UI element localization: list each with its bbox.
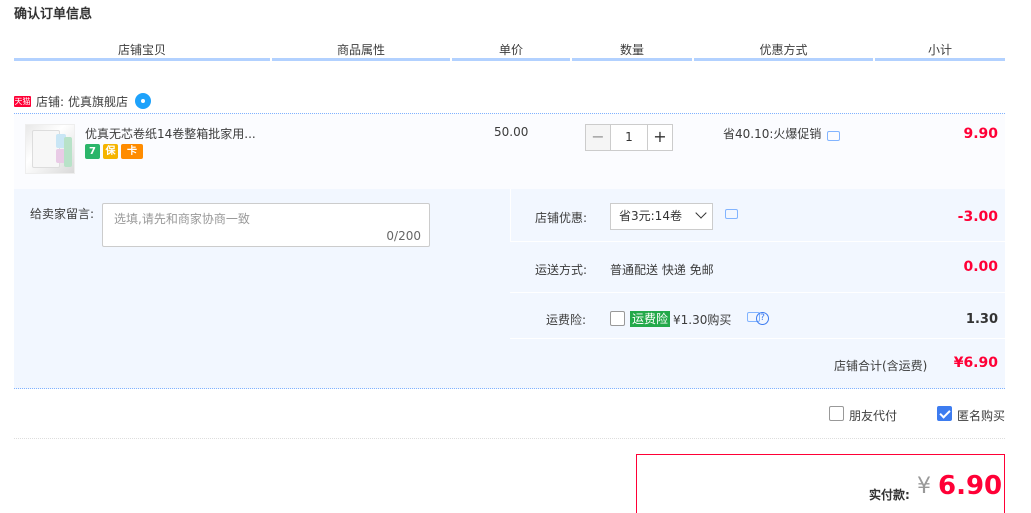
- column-header-price: 单价: [452, 41, 570, 61]
- insurance-price: ¥1.30购买: [673, 313, 732, 327]
- item-subtotal: 9.90: [963, 126, 998, 142]
- shipping-label: 运送方式:: [535, 263, 588, 277]
- shop-name-link[interactable]: 优真旗舰店: [68, 93, 128, 110]
- friend-pay-checkbox[interactable]: [829, 406, 844, 421]
- seven-day-return-icon[interactable]: 7: [85, 144, 100, 159]
- shop-row: 天猫 店铺: 优真旗舰店: [14, 90, 152, 112]
- promotion: 省40.10:火爆促销: [723, 125, 841, 142]
- product-title-link[interactable]: 优真无芯卷纸14卷整箱批家用...: [85, 125, 265, 142]
- shop-total-label: 店铺合计(含运费): [834, 359, 928, 373]
- friend-pay-label[interactable]: 朋友代付: [849, 407, 897, 424]
- anonymous-purchase-label[interactable]: 匿名购买: [957, 407, 1005, 424]
- discount-select[interactable]: 省3元:14卷: [610, 203, 713, 230]
- column-header-item: 店铺宝贝: [14, 41, 270, 61]
- pay-label: 实付款:: [869, 488, 910, 502]
- promotion-info-icon[interactable]: [827, 130, 841, 141]
- insurance-value: 1.30: [965, 312, 998, 327]
- pay-amount: 6.90: [938, 471, 1003, 501]
- discount-selected-value: 省3元:14卷: [619, 209, 682, 223]
- message-char-count: 0/200: [386, 229, 421, 243]
- chat-contact-icon[interactable]: [135, 93, 152, 109]
- column-header-discount: 优惠方式: [694, 41, 873, 61]
- quantity-input[interactable]: 1: [611, 124, 647, 151]
- promotion-text: 省40.10:火爆促销: [723, 127, 822, 141]
- quantity-increase-button[interactable]: +: [647, 124, 673, 151]
- quantity-stepper: − 1 +: [585, 124, 673, 151]
- shop-total-value: ¥6.90: [953, 355, 998, 371]
- insurance-checkbox[interactable]: [610, 311, 625, 326]
- column-header-subtotal: 小计: [875, 41, 1005, 61]
- guarantee-icon[interactable]: 保: [103, 144, 118, 159]
- tmall-icon: 天猫: [14, 95, 31, 107]
- pay-currency: ¥: [917, 474, 931, 499]
- page-title: 确认订单信息: [14, 7, 93, 22]
- message-label: 给卖家留言:: [30, 207, 95, 221]
- shipping-method: 普通配送 快递 免邮: [610, 263, 714, 277]
- chevron-down-icon: [695, 207, 707, 219]
- discount-label: 店铺优惠:: [535, 211, 588, 225]
- card-payment-icon[interactable]: 卡: [121, 144, 143, 159]
- help-icon[interactable]: ?: [756, 312, 769, 325]
- discount-value: -3.00: [957, 209, 998, 225]
- insurance-label: 运费险:: [546, 313, 587, 327]
- product-thumbnail[interactable]: [25, 124, 75, 174]
- shipping-value: 0.00: [963, 259, 998, 275]
- shop-label: 店铺:: [36, 94, 65, 109]
- service-badges: 7 保 卡: [85, 144, 143, 159]
- anonymous-purchase-checkbox[interactable]: [937, 406, 952, 421]
- column-header-quantity: 数量: [572, 41, 692, 61]
- message-placeholder: 选填,请先和商家协商一致: [114, 212, 250, 226]
- insurance-tag: 运费险: [630, 311, 671, 327]
- quantity-decrease-button[interactable]: −: [585, 124, 611, 151]
- divider: [14, 438, 1005, 439]
- unit-price: 50.00: [494, 125, 529, 139]
- discount-info-icon[interactable]: [725, 209, 738, 219]
- column-header-attributes: 商品属性: [272, 41, 450, 61]
- seller-message-input[interactable]: 选填,请先和商家协商一致 0/200: [102, 203, 430, 247]
